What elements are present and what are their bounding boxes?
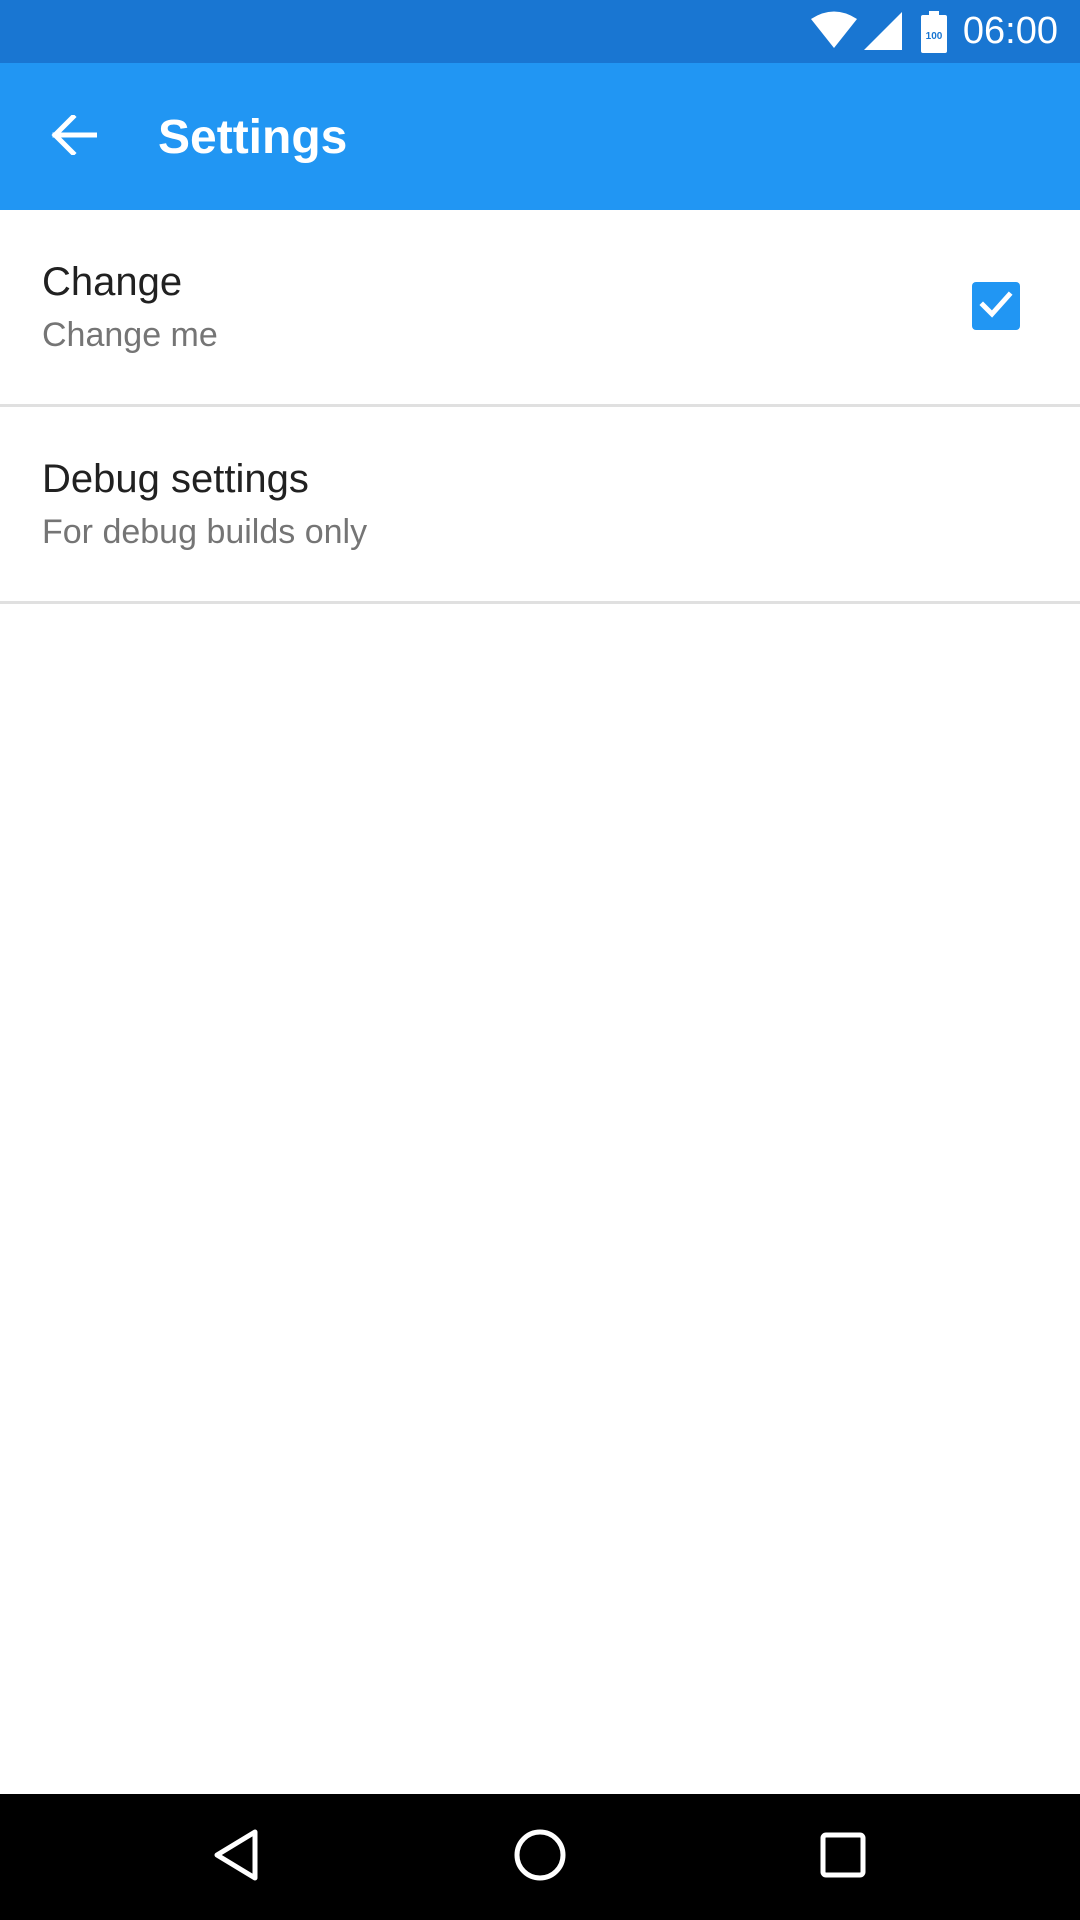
preference-title: Debug settings — [42, 457, 309, 501]
nav-home-button[interactable] — [490, 1807, 590, 1907]
arrow-back-icon — [51, 112, 98, 160]
recents-square-icon — [819, 1831, 867, 1884]
preference-change[interactable]: Change Change me — [0, 210, 1080, 407]
preference-summary: For debug builds only — [42, 513, 368, 551]
change-checkbox[interactable] — [972, 282, 1020, 330]
nav-back-button[interactable] — [186, 1807, 286, 1907]
preference-debug-settings[interactable]: Debug settings For debug builds only — [0, 407, 1080, 604]
back-button[interactable] — [30, 103, 118, 171]
preference-summary: Change me — [42, 316, 218, 354]
cell-signal-icon — [864, 12, 902, 55]
navigation-bar — [0, 1794, 1080, 1920]
battery-icon: 100 — [920, 11, 948, 58]
app-bar: Settings — [0, 63, 1080, 210]
settings-screen: 100 06:00 Settings Change Change me Debu… — [0, 0, 1080, 1920]
preference-list: Change Change me Debug settings For debu… — [0, 210, 1080, 604]
status-bar: 100 06:00 — [0, 0, 1080, 63]
preference-title: Change — [42, 260, 183, 304]
nav-recents-button[interactable] — [793, 1807, 893, 1907]
status-time: 06:00 — [962, 10, 1058, 52]
wifi-icon — [810, 10, 858, 55]
page-title: Settings — [158, 111, 348, 164]
back-triangle-icon — [211, 1828, 261, 1887]
battery-level: 100 — [926, 31, 943, 42]
home-circle-icon — [513, 1828, 567, 1887]
check-icon — [976, 284, 1016, 329]
